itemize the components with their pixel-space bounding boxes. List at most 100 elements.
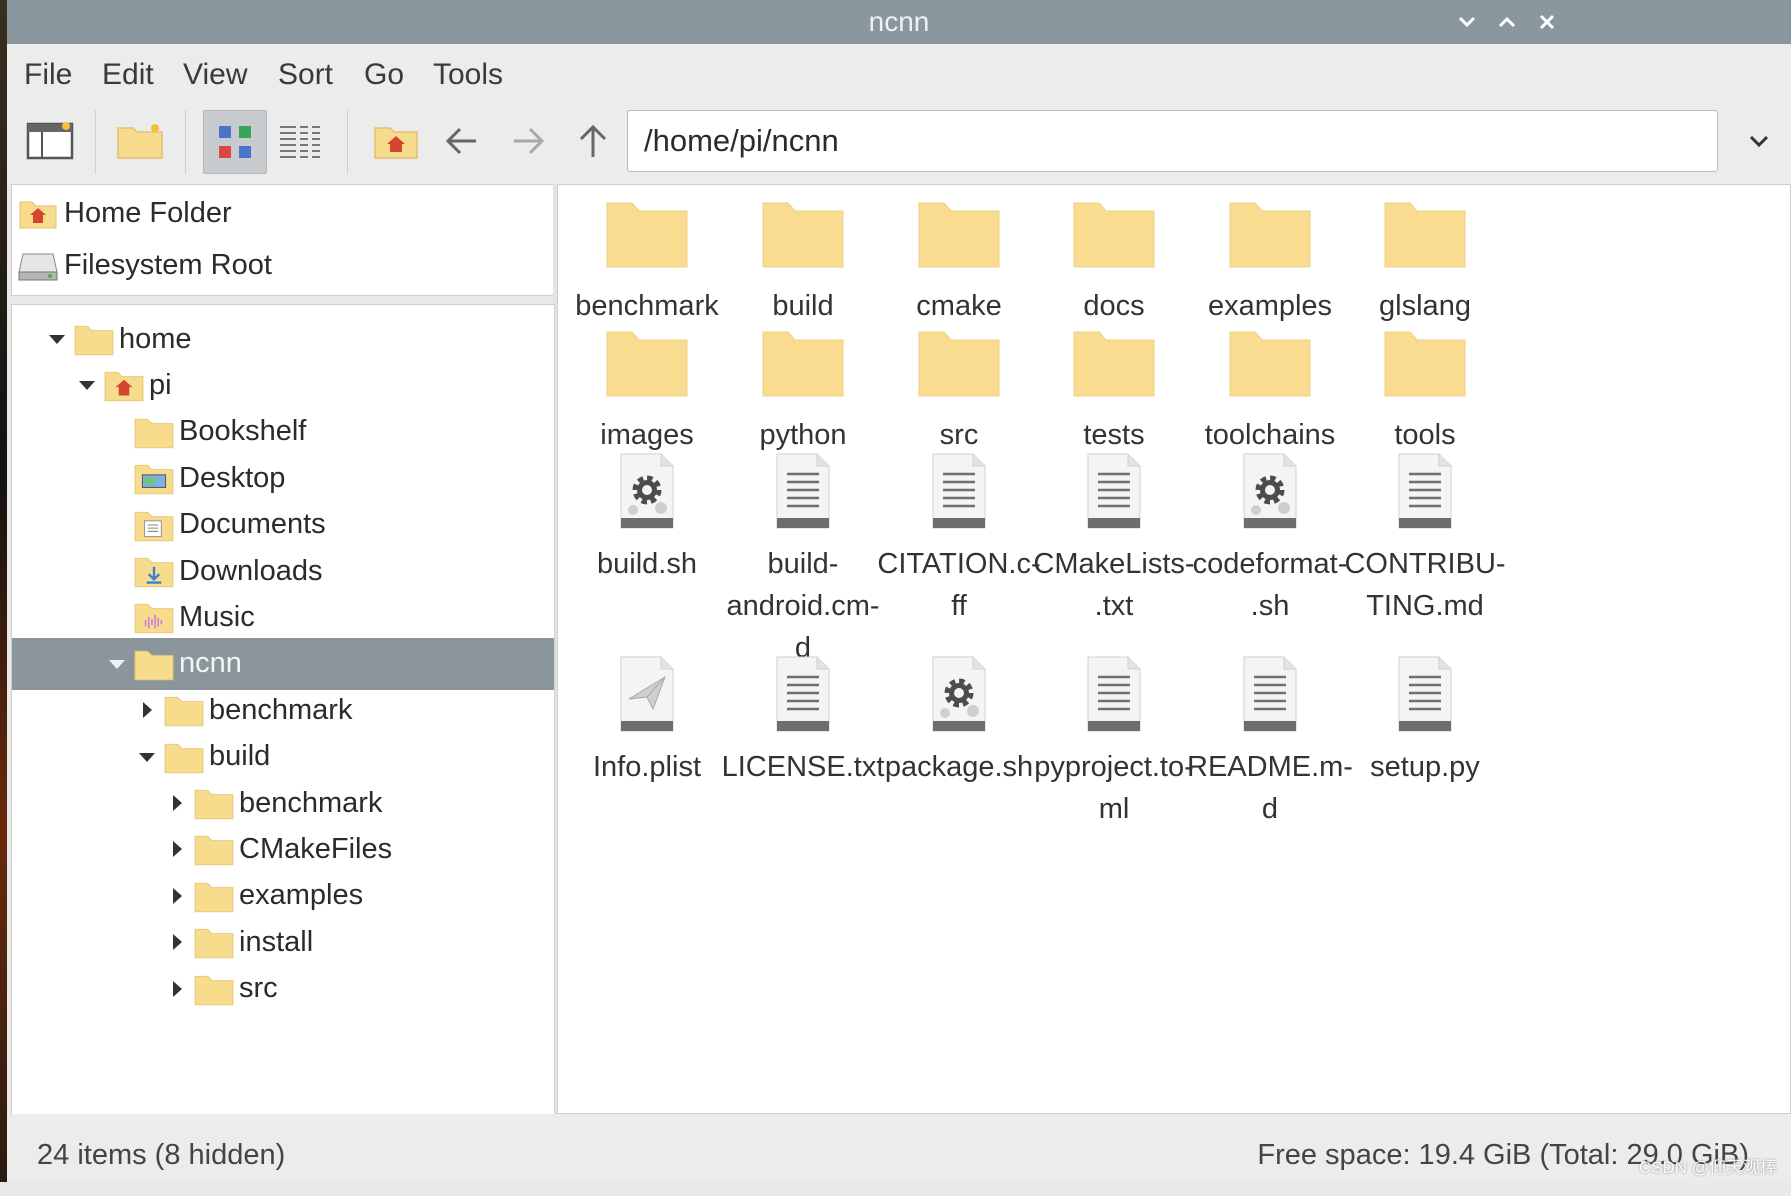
folder-icon: [872, 183, 1046, 285]
tree-node-label: Bookshelf: [179, 415, 307, 448]
file-item[interactable]: pyproject.to- ml: [1027, 644, 1201, 830]
tree-node[interactable]: Music: [12, 591, 554, 643]
tree-node[interactable]: CMakeFiles: [12, 823, 554, 875]
arrow-right-icon: [514, 127, 545, 155]
tree-node[interactable]: build: [12, 731, 554, 783]
shell-script-icon: [1183, 441, 1357, 543]
list-view-icon: [280, 126, 320, 158]
folder-item[interactable]: python: [716, 312, 890, 456]
status-bar: 24 items (8 hidden) Free space: 19.4 GiB…: [7, 1114, 1791, 1182]
folder-icon: [716, 312, 890, 414]
folder-item[interactable]: images: [560, 312, 734, 456]
place-home-folder[interactable]: Home Folder: [16, 188, 232, 238]
home-folder-icon: [16, 193, 60, 233]
tree-node[interactable]: Desktop: [12, 452, 554, 504]
close-button[interactable]: [1531, 6, 1563, 38]
tree-node[interactable]: install: [12, 916, 554, 968]
file-item[interactable]: CMakeLists- .txt: [1027, 441, 1201, 627]
history-dropdown-button[interactable]: [1732, 110, 1786, 172]
tree-node[interactable]: Bookshelf: [12, 406, 554, 458]
folder-item[interactable]: docs: [1027, 183, 1201, 327]
up-button[interactable]: [562, 110, 624, 172]
place-label: Filesystem Root: [64, 248, 272, 281]
shell-script-icon: [872, 644, 1046, 746]
folder-icon: [1183, 183, 1357, 285]
new-folder-button[interactable]: [109, 110, 171, 172]
folder-icon: [192, 781, 236, 825]
file-item[interactable]: build.sh: [560, 441, 734, 585]
arrow-up-icon: [579, 124, 607, 157]
back-button[interactable]: [431, 110, 493, 172]
folder-item[interactable]: examples: [1183, 183, 1357, 327]
item-label: build.sh: [597, 548, 697, 580]
new-window-button[interactable]: [19, 110, 81, 172]
folder-icon: [192, 874, 236, 918]
tree-node[interactable]: benchmark: [12, 684, 554, 736]
path-input[interactable]: [628, 111, 1717, 171]
watermark: CSDN @仰天观棒: [1638, 1158, 1777, 1177]
menu-file[interactable]: File: [24, 44, 72, 106]
expanded-arrow-icon[interactable]: [42, 324, 72, 354]
file-item[interactable]: setup.py: [1338, 644, 1512, 788]
file-item[interactable]: package.sh: [872, 644, 1046, 788]
folder-item[interactable]: cmake: [872, 183, 1046, 327]
tree-node-label: home: [119, 322, 192, 355]
tree-node[interactable]: Documents: [12, 499, 554, 551]
collapsed-arrow-icon[interactable]: [132, 695, 162, 725]
folder-icon: [1027, 312, 1201, 414]
file-item[interactable]: codeformat- .sh: [1183, 441, 1357, 627]
tree-node[interactable]: ncnn: [12, 637, 554, 690]
tree-node[interactable]: benchmark: [12, 777, 554, 829]
file-item[interactable]: CITATION.c- ff: [872, 441, 1046, 627]
chevron-down-icon: [1458, 16, 1476, 28]
list-view-button[interactable]: [269, 110, 331, 172]
collapsed-arrow-icon[interactable]: [162, 788, 192, 818]
menu-bar: File Edit View Sort Go Tools: [7, 44, 1791, 100]
expanded-arrow-icon[interactable]: [132, 742, 162, 772]
collapsed-arrow-icon[interactable]: [162, 974, 192, 1004]
folder-item[interactable]: src: [872, 312, 1046, 456]
tree-node[interactable]: Downloads: [12, 545, 554, 597]
toolbar: [7, 100, 1791, 184]
folder-item[interactable]: benchmark: [560, 183, 734, 327]
folder-item[interactable]: tests: [1027, 312, 1201, 456]
home-folder-icon: [102, 363, 146, 407]
menu-edit[interactable]: Edit: [102, 44, 154, 106]
tree-node[interactable]: src: [12, 963, 554, 1015]
file-item[interactable]: Info.plist: [560, 644, 734, 788]
home-button[interactable]: [365, 110, 427, 172]
expanded-arrow-icon[interactable]: [102, 649, 132, 679]
file-item[interactable]: LICENSE.txt: [716, 644, 890, 788]
location-bar[interactable]: [627, 110, 1718, 172]
folder-item[interactable]: build: [716, 183, 890, 327]
menu-tools[interactable]: Tools: [433, 44, 503, 106]
forward-button[interactable]: [497, 110, 559, 172]
menu-sort[interactable]: Sort: [278, 44, 333, 106]
icon-view-button[interactable]: [203, 110, 267, 174]
expanded-arrow-icon[interactable]: [72, 370, 102, 400]
text-file-icon: [1183, 644, 1357, 746]
collapsed-arrow-icon[interactable]: [162, 881, 192, 911]
folder-icon: [560, 183, 734, 285]
tree-node-label: ncnn: [179, 647, 242, 680]
menu-go[interactable]: Go: [364, 44, 404, 106]
tree-node-label: Downloads: [179, 554, 323, 587]
tree-node[interactable]: examples: [12, 870, 554, 922]
file-item[interactable]: CONTRIBU- TING.md: [1338, 441, 1512, 627]
maximize-button[interactable]: [1491, 6, 1523, 38]
collapsed-arrow-icon[interactable]: [162, 927, 192, 957]
tree-node[interactable]: pi: [12, 359, 554, 411]
window-titlebar[interactable]: ncnn: [7, 0, 1791, 44]
file-item[interactable]: README.m- d: [1183, 644, 1357, 830]
shell-script-icon: [560, 441, 734, 543]
folder-icon: [162, 735, 206, 779]
file-item[interactable]: build- android.cm- d: [716, 441, 890, 669]
folder-item[interactable]: glslang: [1338, 183, 1512, 327]
minimize-button[interactable]: [1451, 6, 1483, 38]
folder-item[interactable]: toolchains: [1183, 312, 1357, 456]
folder-item[interactable]: tools: [1338, 312, 1512, 456]
menu-view[interactable]: View: [183, 44, 247, 106]
place-filesystem-root[interactable]: Filesystem Root: [16, 240, 272, 290]
collapsed-arrow-icon[interactable]: [162, 834, 192, 864]
tree-node[interactable]: home: [12, 313, 554, 365]
